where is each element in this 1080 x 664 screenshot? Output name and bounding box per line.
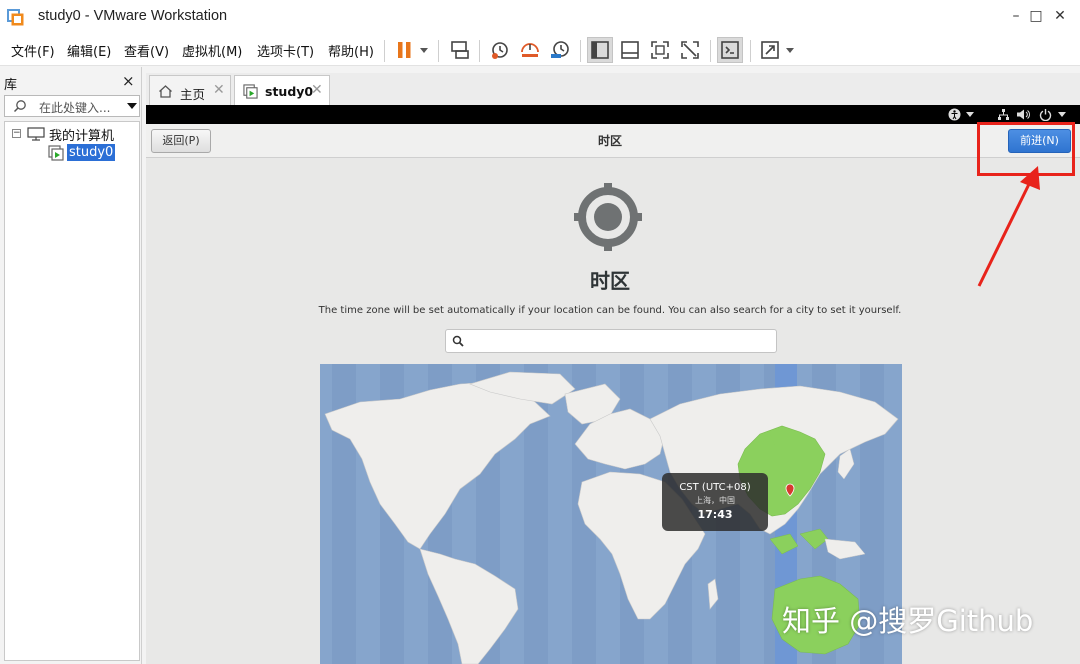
tooltip-zone: CST (UTC+08): [679, 482, 751, 493]
computer-icon: [27, 127, 45, 141]
timezone-heading: 时区: [590, 269, 630, 293]
vm-running-icon: [243, 84, 258, 99]
tooltip-city: 上海，中国: [695, 496, 735, 505]
tab-home-close-icon[interactable]: ✕: [213, 82, 225, 98]
snapshot-icon[interactable]: [488, 38, 512, 62]
tab-study0-close-icon[interactable]: ✕: [311, 82, 323, 98]
thumbnail-view-icon[interactable]: [618, 38, 642, 62]
accessibility-icon[interactable]: [948, 108, 961, 121]
title-bar: study0 - VMware Workstation – □ ✕: [0, 0, 1080, 34]
timezone-description: The time zone will be set automatically …: [318, 305, 902, 316]
power-icon[interactable]: [1039, 108, 1052, 121]
library-search-placeholder: 在此处键入...: [39, 101, 111, 115]
location-target-icon: [574, 183, 642, 251]
volume-icon[interactable]: [1016, 108, 1030, 121]
menu-edit[interactable]: 编辑(E): [67, 41, 111, 60]
console-icon[interactable]: [718, 38, 742, 62]
tab-study0[interactable]: study0 ✕: [234, 75, 330, 105]
tree-item-my-computer[interactable]: 我的计算机: [49, 125, 114, 144]
library-tree: − 我的计算机 study0: [4, 121, 140, 661]
guest-top-bar: [146, 105, 1080, 124]
toolbar-separator: [438, 40, 439, 62]
menu-vm[interactable]: 虚拟机(M): [182, 41, 242, 60]
window-title: study0 - VMware Workstation: [38, 8, 228, 24]
timezone-tooltip: CST (UTC+08) 上海，中国 17:43: [662, 473, 768, 531]
library-close-button[interactable]: ×: [122, 72, 135, 90]
send-ctrl-alt-del-icon[interactable]: [448, 38, 472, 62]
tree-item-study0[interactable]: study0: [67, 144, 116, 161]
search-icon: [13, 100, 26, 113]
library-panel: 库 × 在此处键入... − 我的计算机 study0: [0, 67, 142, 664]
menu-help[interactable]: 帮助(H): [328, 41, 374, 60]
snapshot-manager-icon[interactable]: [548, 38, 572, 62]
search-icon: [452, 335, 464, 347]
stretch-dropdown-icon[interactable]: [786, 48, 794, 53]
vmware-logo-icon: [7, 9, 24, 26]
north-america: [324, 381, 551, 550]
back-button[interactable]: 返回(P): [151, 129, 211, 153]
header-title: 时区: [598, 134, 623, 148]
watermark-text: 知乎 @搜罗Github: [782, 604, 1034, 638]
pause-dropdown-icon[interactable]: [420, 48, 428, 53]
tab-home-label: 主页: [180, 87, 206, 102]
vm-running-icon: [48, 145, 64, 161]
library-search-input[interactable]: 在此处键入...: [4, 95, 140, 117]
close-button[interactable]: ✕: [1050, 6, 1070, 26]
pause-icon[interactable]: [393, 38, 417, 62]
library-view-icon[interactable]: [588, 38, 612, 62]
tree-collapse-toggle[interactable]: −: [12, 129, 21, 138]
search-dropdown-icon[interactable]: [127, 103, 137, 109]
network-icon[interactable]: [997, 108, 1010, 121]
toolbar-separator: [384, 40, 385, 62]
fullscreen-icon[interactable]: [648, 38, 672, 62]
tab-home[interactable]: 主页 ✕: [149, 75, 231, 105]
menu-toolbar: 文件(F) 编辑(E) 查看(V) 虚拟机(M) 选项卡(T) 帮助(H): [0, 34, 1080, 66]
stretch-icon[interactable]: [758, 38, 782, 62]
tooltip-time: 17:43: [697, 508, 733, 521]
timezone-search-input[interactable]: [445, 329, 777, 353]
menu-view[interactable]: 查看(V): [124, 41, 169, 60]
library-title: 库: [4, 78, 18, 93]
toolbar-separator: [750, 40, 751, 62]
tab-study0-label: study0: [265, 84, 314, 99]
tab-strip: 主页 ✕ study0 ✕: [146, 73, 1080, 105]
toolbar-separator: [479, 40, 480, 62]
annotation-arrow: [977, 166, 1040, 287]
revert-snapshot-icon[interactable]: [518, 38, 542, 62]
menu-file[interactable]: 文件(F): [11, 41, 55, 60]
menu-tabs[interactable]: 选项卡(T): [257, 41, 314, 60]
toolbar-separator: [580, 40, 581, 62]
home-icon: [159, 85, 172, 98]
unity-icon[interactable]: [678, 38, 702, 62]
power-menu-icon[interactable]: [1058, 112, 1066, 117]
vmware-window: study0 - VMware Workstation – □ ✕ 文件(F) …: [0, 0, 1080, 664]
minimize-button[interactable]: –: [1006, 6, 1026, 26]
installer-header: 返回(P) 时区 前进(N): [146, 124, 1080, 158]
accessibility-menu-icon[interactable]: [966, 112, 974, 117]
maximize-button[interactable]: □: [1026, 6, 1046, 26]
guest-screen[interactable]: 返回(P) 时区 前进(N) 时区 The time zone will be …: [146, 105, 1080, 664]
toolbar-separator: [710, 40, 711, 62]
